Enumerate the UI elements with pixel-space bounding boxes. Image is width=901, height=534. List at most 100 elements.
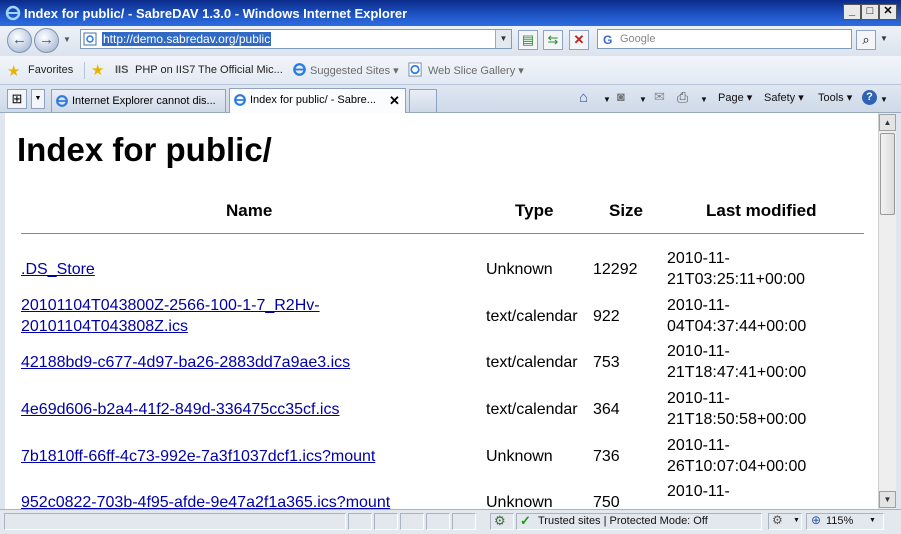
favorite-link-php-on-iis7[interactable]: PHP on IIS7 xyxy=(135,64,195,76)
scroll-down-icon[interactable]: ▼ xyxy=(879,491,896,508)
zoom-dropdown-icon[interactable]: ▼ xyxy=(869,517,876,524)
address-url: http://demo.sabredav.org/public xyxy=(102,32,272,46)
web-slice-icon xyxy=(408,62,422,77)
file-size: 736 xyxy=(593,448,620,465)
file-modified-line2: 26T10:07:04+00:00 xyxy=(667,458,807,475)
feeds-icon[interactable]: ◙ xyxy=(617,89,625,104)
favorites-divider xyxy=(84,62,85,79)
status-pane xyxy=(426,513,450,530)
column-header-last-modified[interactable]: Last modified xyxy=(706,201,817,221)
file-link[interactable]: .DS_Store xyxy=(21,259,95,280)
minimize-button[interactable]: _ xyxy=(843,4,861,20)
feeds-dropdown-icon[interactable]: ▼ xyxy=(639,95,647,104)
forward-button[interactable]: → xyxy=(34,28,59,53)
page-menu[interactable]: Page ▾ xyxy=(718,91,752,104)
page-icon xyxy=(83,32,97,46)
file-link-line2[interactable]: 20101104T043808Z.ics xyxy=(21,316,188,337)
column-header-name[interactable]: Name xyxy=(226,201,272,221)
scrollbar-thumb[interactable] xyxy=(880,133,895,215)
close-button[interactable]: ✕ xyxy=(879,4,897,20)
help-icon[interactable]: ? xyxy=(862,90,877,105)
new-tab-button[interactable] xyxy=(409,89,437,112)
header-divider xyxy=(21,233,864,234)
add-to-favorites-icon[interactable]: ★ xyxy=(91,61,104,79)
help-dropdown-icon[interactable]: ▼ xyxy=(880,95,888,104)
print-dropdown-icon[interactable]: ▼ xyxy=(700,95,708,104)
file-modified-line1: 2010-11- xyxy=(667,437,730,454)
compatibility-view-icon[interactable]: ▤ xyxy=(518,30,538,50)
protected-mode-icon: ⚙ xyxy=(494,513,506,528)
file-modified-line1: 2010-11- xyxy=(667,343,730,360)
table-row: 20101104T043800Z-2566-100-1-7_R2Hv- 2010… xyxy=(5,294,878,338)
recent-pages-dropdown-icon[interactable]: ▼ xyxy=(63,35,71,44)
security-settings-icon[interactable]: ⚙ xyxy=(772,513,783,527)
vertical-scrollbar[interactable]: ▲ ▼ xyxy=(878,113,896,509)
refresh-icon[interactable]: ⇆ xyxy=(543,30,563,50)
close-tab-icon[interactable]: ✕ xyxy=(389,93,400,109)
web-slice-gallery-button[interactable]: Web Slice Gallery ▾ xyxy=(428,64,524,77)
table-row: 7b1810ff-66ff-4c73-992e-7a3f1037dcf1.ics… xyxy=(5,434,878,478)
address-dropdown-icon[interactable]: ▼ xyxy=(495,30,511,48)
tab-list-dropdown-icon[interactable]: ▼ xyxy=(31,89,45,109)
file-size: 364 xyxy=(593,401,620,418)
suggested-sites-button[interactable]: Suggested Sites ▾ xyxy=(310,64,399,77)
security-dropdown-icon[interactable]: ▼ xyxy=(793,517,800,524)
page-content: Index for public/ Name Type Size Last mo… xyxy=(5,113,878,509)
file-type: text/calendar xyxy=(486,354,578,371)
scroll-up-icon[interactable]: ▲ xyxy=(879,114,896,131)
ie-icon xyxy=(56,95,68,107)
file-type: Unknown xyxy=(486,448,553,465)
file-link[interactable]: 7b1810ff-66ff-4c73-992e-7a3f1037dcf1.ics… xyxy=(21,446,375,467)
search-options-dropdown-icon[interactable]: ▼ xyxy=(880,34,888,43)
tab-label: Index for public/ - Sabre... xyxy=(250,94,376,106)
file-link[interactable]: 952c0822-703b-4f95-afde-9e47a2f1a365.ics… xyxy=(21,492,390,509)
zoom-level: 115% xyxy=(826,515,854,527)
file-modified-line2: 21T18:50:58+00:00 xyxy=(667,411,807,428)
file-link-line1[interactable]: 20101104T043800Z-2566-100-1-7_R2Hv- xyxy=(21,295,320,316)
quick-tabs-icon[interactable]: ⊞ xyxy=(7,89,27,109)
home-icon[interactable]: ⌂ xyxy=(579,89,588,106)
print-icon[interactable]: ⎙ xyxy=(677,89,688,106)
file-link[interactable]: 42188bd9-c677-4d97-ba26-2883dd7a9ae3.ics xyxy=(21,352,350,373)
favorites-star-icon: ★ xyxy=(7,63,21,80)
file-modified-line1: 2010-11- xyxy=(667,390,730,407)
table-row: 4e69d606-b2a4-41f2-849d-336475cc35cf.ics… xyxy=(5,387,878,431)
file-size: 750 xyxy=(593,494,620,509)
security-zone-text: Trusted sites | Protected Mode: Off xyxy=(538,515,708,527)
favorite-link-official-mic[interactable]: The Official Mic... xyxy=(198,64,283,76)
google-icon: G xyxy=(600,32,616,46)
file-modified-line2: 04T04:37:44+00:00 xyxy=(667,318,807,335)
address-toolbar: ← → ▼ http://demo.sabredav.org/public ▼ … xyxy=(0,26,901,56)
safety-menu[interactable]: Safety ▾ xyxy=(764,91,804,104)
window-title: Index for public/ - SabreDAV 1.3.0 - Win… xyxy=(24,6,408,21)
tab-label: Internet Explorer cannot dis... xyxy=(72,95,216,107)
column-header-type[interactable]: Type xyxy=(515,201,553,221)
maximize-button[interactable]: □ xyxy=(861,4,879,20)
file-modified-line1: 2010-11- xyxy=(667,250,730,267)
stop-icon[interactable]: ✕ xyxy=(569,30,589,50)
svg-text:G: G xyxy=(603,33,612,46)
tools-menu[interactable]: Tools ▾ xyxy=(818,91,852,104)
column-header-size[interactable]: Size xyxy=(609,201,643,221)
status-pane xyxy=(400,513,424,530)
search-input[interactable]: G Google xyxy=(597,29,852,49)
file-link[interactable]: 4e69d606-b2a4-41f2-849d-336475cc35cf.ics xyxy=(21,399,339,420)
mail-icon[interactable]: ✉ xyxy=(654,89,665,105)
file-modified-line2: 21T18:47:41+00:00 xyxy=(667,364,807,381)
tab-bar: ⊞ ▼ Internet Explorer cannot dis... Inde… xyxy=(0,85,901,113)
tab-index-for-public[interactable]: Index for public/ - Sabre... ✕ xyxy=(229,88,406,113)
address-input[interactable]: http://demo.sabredav.org/public ▼ xyxy=(80,29,512,49)
table-row: 42188bd9-c677-4d97-ba26-2883dd7a9ae3.ics… xyxy=(5,340,878,384)
home-dropdown-icon[interactable]: ▼ xyxy=(603,95,611,104)
tab-ie-cannot-display[interactable]: Internet Explorer cannot dis... xyxy=(51,89,226,112)
favorites-button[interactable]: Favorites xyxy=(28,64,73,76)
ie-icon xyxy=(293,63,306,76)
iis-icon: IIS xyxy=(115,64,129,76)
status-pane xyxy=(348,513,372,530)
file-type: text/calendar xyxy=(486,401,578,418)
back-button[interactable]: ← xyxy=(7,28,32,53)
search-icon[interactable]: ⌕ xyxy=(856,30,876,50)
zoom-icon: ⊕ xyxy=(811,513,822,527)
ie-icon xyxy=(234,94,246,106)
file-modified-line1: 2010-11- xyxy=(667,297,730,314)
